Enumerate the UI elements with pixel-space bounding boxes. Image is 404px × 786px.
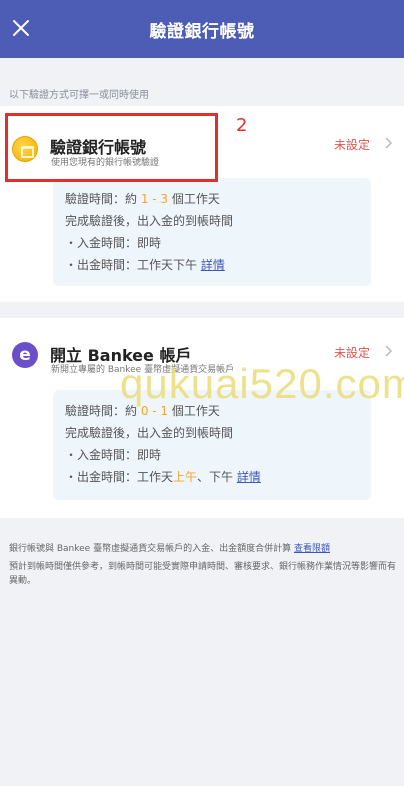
chevron-right-icon [385,137,393,149]
bankee-deposit-time: ・入金時間：即時 [65,448,162,462]
top-bar: 驗證銀行帳號 [0,0,404,58]
bank-verify-time: 驗證時間：約 1 - 3 個工作天 [65,192,220,206]
chevron-right-icon [385,345,393,357]
page-title: 驗證銀行帳號 [149,21,255,42]
limit-note: 銀行帳號與 Bankee 臺幣虛擬通貨交易帳戶的入金、出金額度合併計算 查看限額 [9,544,330,554]
bank-withdraw-time: ・出金時間：工作天下午 詳情 [65,258,225,272]
bank-time-range: 1 - 3 [140,192,169,206]
verification-hint: 以下驗證方式可擇一或同時使用 [9,90,149,101]
bankee-withdraw-time: ・出金時間：工作天上午、下午 詳情 [65,470,261,484]
bankee-detail-link[interactable]: 詳情 [237,470,261,484]
bank-detail-link[interactable]: 詳情 [201,258,225,272]
bank-coin-icon [12,136,38,162]
bank-time-info: 驗證時間：約 1 - 3 個工作天 完成驗證後，出入金的到帳時間 ・入金時間：即… [53,178,371,286]
bankee-logo-icon: e [12,342,38,368]
bank-verification-card: 驗證銀行帳號 使用您現有的銀行帳號驗證 未設定 驗證時間：約 1 - 3 個工作… [0,106,404,302]
bankee-time-info: 驗證時間：約 0 - 1 個工作天 完成驗證後，出入金的到帳時間 ・入金時間：即… [53,390,371,500]
annotation-step-number: 2 [236,115,248,136]
bank-deposit-time: ・入金時間：即時 [65,236,162,250]
bank-after-verify: 完成驗證後，出入金的到帳時間 [65,214,234,228]
bankee-status-badge: 未設定 [333,346,370,360]
bankee-verify-time: 驗證時間：約 0 - 1 個工作天 [65,404,220,418]
bankee-account-card: e 開立 Bankee 帳戶 新開立專屬的 Bankee 臺幣虛擬通貨交易帳戶 … [0,318,404,518]
bank-method-subtitle: 使用您現有的銀行帳號驗證 [51,158,160,168]
bankee-time-range: 0 - 1 [140,404,169,418]
arrival-disclaimer: 預計到帳時間僅供參考，到帳時間可能受實際申請時間、審核要求、銀行帳務作業情況等影… [9,562,397,586]
bankee-account-row[interactable]: e 開立 Bankee 帳戶 新開立專屬的 Bankee 臺幣虛擬通貨交易帳戶 … [0,318,404,388]
bank-verification-row[interactable]: 驗證銀行帳號 使用您現有的銀行帳號驗證 未設定 [0,106,404,176]
bank-status-badge: 未設定 [333,138,370,152]
view-limit-link[interactable]: 查看限額 [294,544,330,554]
bankee-after-verify: 完成驗證後，出入金的到帳時間 [65,426,234,440]
bankee-method-subtitle: 新開立專屬的 Bankee 臺幣虛擬通貨交易帳戶 [51,365,235,375]
close-icon[interactable] [10,17,32,39]
